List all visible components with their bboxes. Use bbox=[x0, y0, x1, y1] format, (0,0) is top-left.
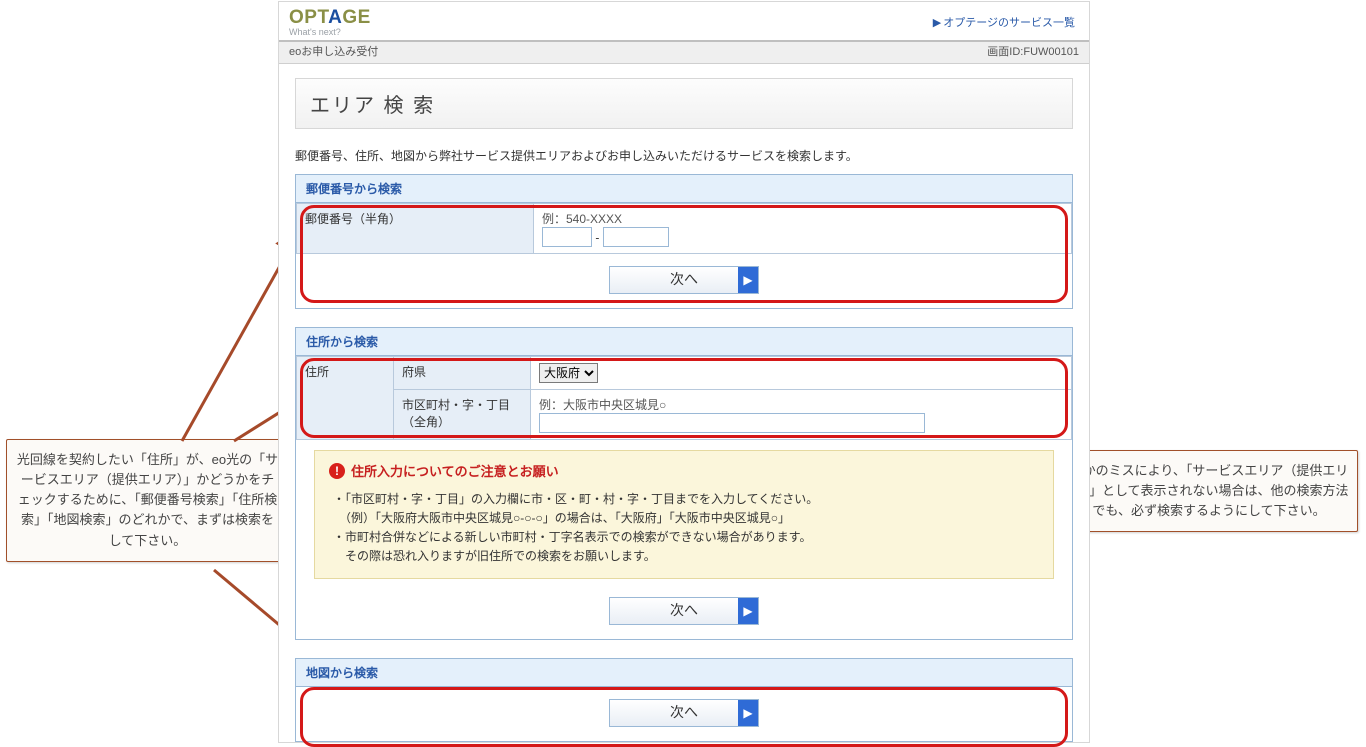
address-panel: 住所から検索 住所 府県 大阪府 bbox=[295, 327, 1073, 640]
intro-text: 郵便番号、住所、地図から弊社サービス提供エリアおよびお申し込みいただけるサービス… bbox=[295, 147, 1073, 164]
postal-label: 郵便番号（半角） bbox=[297, 204, 534, 254]
services-link-label: オプテージのサービス一覧 bbox=[943, 17, 1075, 29]
left-callout-text: 光回線を契約したい「住所」が、eo光の「サービスエリア（提供エリア）」かどうかを… bbox=[17, 452, 278, 548]
logo-pre: OPT bbox=[289, 7, 328, 28]
notice-list: ・「市区町村・字・丁目」の入力欄に市・区・町・村・字・丁目までを入力してください… bbox=[329, 490, 1039, 564]
pref-select[interactable]: 大阪府 bbox=[539, 363, 598, 383]
postal-input-1[interactable] bbox=[542, 227, 592, 247]
topbar: OPTAGE What's next? ▶オプテージのサービス一覧 bbox=[279, 2, 1089, 40]
id-bar: eoお申し込み受付 画面ID:FUW00101 bbox=[279, 40, 1089, 64]
postal-next-button[interactable]: 次へ ▶ bbox=[609, 266, 759, 294]
arrow-right-icon: ▶ bbox=[738, 598, 758, 624]
idbar-left: eoお申し込み受付 bbox=[289, 42, 378, 63]
map-next-label: 次へ bbox=[670, 704, 698, 720]
city-example: 例：大阪市中央区城見○ bbox=[539, 396, 1063, 413]
address-notice: ! 住所入力についてのご注意とお願い ・「市区町村・字・丁目」の入力欄に市・区・… bbox=[314, 450, 1054, 579]
brand-logo: OPTAGE What's next? bbox=[289, 7, 371, 37]
notice-line: ・市町村合併などによる新しい市町村・丁字名表示での検索ができない場合があります。 bbox=[333, 528, 1039, 545]
arrow-right-icon: ▶ bbox=[738, 267, 758, 293]
services-link[interactable]: ▶オプテージのサービス一覧 bbox=[933, 14, 1075, 30]
app-window: OPTAGE What's next? ▶オプテージのサービス一覧 eoお申し込… bbox=[278, 1, 1090, 743]
right-callout: 何かのミスにより、「サービスエリア（提供エリア）」として表示されない場合は、他の… bbox=[1060, 450, 1358, 532]
postal-panel: 郵便番号から検索 郵便番号（半角） 例：540-XXXX - bbox=[295, 174, 1073, 309]
triangle-icon: ▶ bbox=[933, 17, 941, 29]
city-label: 市区町村・字・丁目（全角） bbox=[394, 390, 531, 440]
postal-example: 例：540-XXXX bbox=[542, 210, 1063, 227]
postal-value-cell: 例：540-XXXX - bbox=[534, 204, 1072, 254]
page-title: エリア 検 索 bbox=[295, 78, 1073, 129]
warning-icon: ! bbox=[329, 463, 345, 479]
postal-dash: - bbox=[595, 231, 599, 245]
address-next-label: 次へ bbox=[670, 602, 698, 618]
notice-line: （例）「大阪府大阪市中央区城見○-○-○」の場合は、「大阪府」「大阪市中央区城見… bbox=[333, 509, 1039, 526]
arrow-right-icon: ▶ bbox=[738, 700, 758, 726]
address-row-label: 住所 bbox=[297, 357, 394, 440]
logo-post: GE bbox=[342, 7, 370, 28]
postal-header: 郵便番号から検索 bbox=[296, 175, 1072, 203]
postal-input-2[interactable] bbox=[603, 227, 669, 247]
address-next-button[interactable]: 次へ ▶ bbox=[609, 597, 759, 625]
idbar-right: 画面ID:FUW00101 bbox=[987, 42, 1079, 63]
notice-line: ・「市区町村・字・丁目」の入力欄に市・区・町・村・字・丁目までを入力してください… bbox=[333, 490, 1039, 507]
map-panel: 地図から検索 次へ ▶ bbox=[295, 658, 1073, 742]
right-callout-text: 何かのミスにより、「サービスエリア（提供エリア）」として表示されない場合は、他の… bbox=[1069, 463, 1348, 518]
notice-line: その際は恐れ入りますが旧住所での検索をお願いします。 bbox=[333, 547, 1039, 564]
logo-a: A bbox=[328, 7, 342, 28]
postal-table: 郵便番号（半角） 例：540-XXXX - bbox=[296, 203, 1072, 254]
address-table: 住所 府県 大阪府 市区町村・字・丁目（全角） 例：大阪市中央区城 bbox=[296, 356, 1072, 440]
pref-cell: 大阪府 bbox=[531, 357, 1072, 390]
map-header: 地図から検索 bbox=[296, 659, 1072, 687]
postal-next-label: 次へ bbox=[670, 271, 698, 287]
left-callout: 光回線を契約したい「住所」が、eo光の「サービスエリア（提供エリア）」かどうかを… bbox=[6, 439, 289, 562]
address-header: 住所から検索 bbox=[296, 328, 1072, 356]
notice-title: 住所入力についてのご注意とお願い bbox=[351, 461, 559, 480]
city-cell: 例：大阪市中央区城見○ bbox=[531, 390, 1072, 440]
map-next-button[interactable]: 次へ ▶ bbox=[609, 699, 759, 727]
pref-label: 府県 bbox=[394, 357, 531, 390]
city-input[interactable] bbox=[539, 413, 925, 433]
